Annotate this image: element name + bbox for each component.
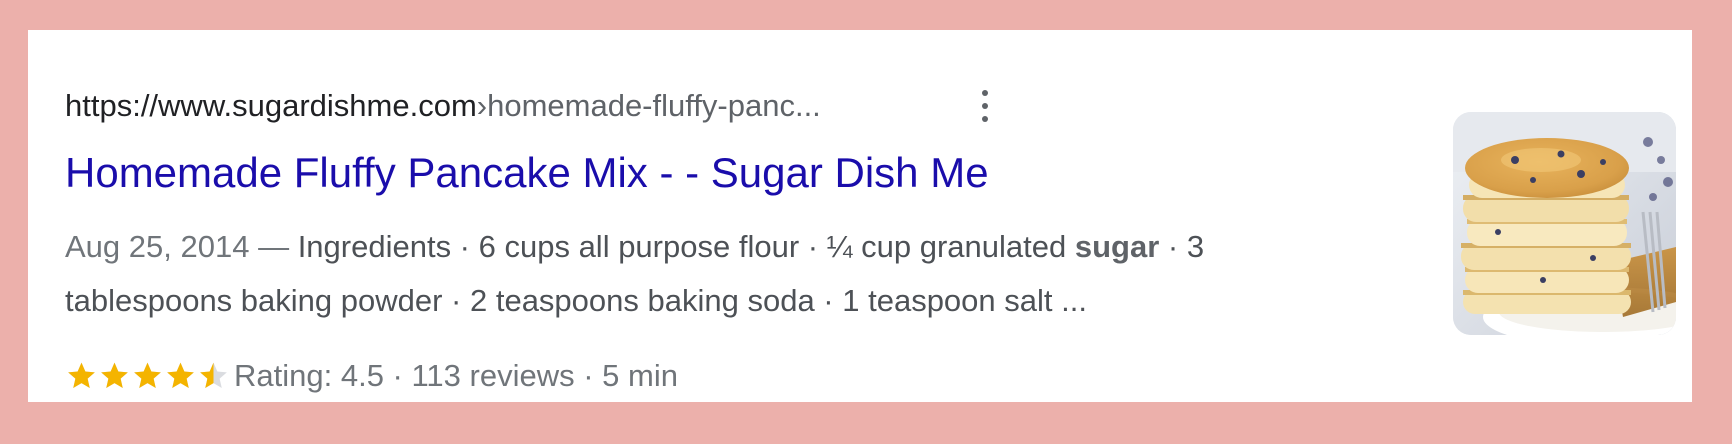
snippet-text-tail: · 3 bbox=[1159, 229, 1205, 264]
result-title-link[interactable]: Homemade Fluffy Pancake Mix - - Sugar Di… bbox=[65, 146, 989, 200]
star-filled-icon bbox=[134, 362, 161, 388]
result-date: Aug 25, 2014 bbox=[65, 229, 250, 264]
more-vert-icon[interactable] bbox=[972, 88, 998, 124]
url-separator: › bbox=[476, 88, 488, 123]
snippet-highlight: sugar bbox=[1074, 229, 1160, 264]
star-filled-icon bbox=[167, 362, 194, 388]
date-dash: — bbox=[249, 229, 298, 264]
star-rating bbox=[65, 360, 230, 392]
result-domain[interactable]: https://www.sugardishme.com bbox=[65, 86, 477, 126]
search-result-card: https://www.sugardishme.com › homemade-f… bbox=[28, 30, 1692, 402]
snippet-line-2: tablespoons baking powder · 2 teaspoons … bbox=[65, 283, 1087, 318]
pancake-stack-image bbox=[1453, 112, 1676, 335]
result-url[interactable]: https://www.sugardishme.com › homemade-f… bbox=[65, 86, 821, 126]
snippet-text: Ingredients · 6 cups all purpose flour ·… bbox=[297, 229, 1075, 264]
result-path[interactable]: homemade-fluffy-panc... bbox=[487, 86, 821, 126]
star-filled-icon bbox=[68, 362, 95, 388]
rating-text: Rating: 4.5 · 113 reviews · 5 min bbox=[234, 358, 678, 393]
result-thumbnail[interactable] bbox=[1453, 112, 1676, 335]
result-snippet: Aug 25, 2014 — Ingredients · 6 cups all … bbox=[65, 220, 1325, 328]
more-vert-dot bbox=[982, 90, 988, 96]
snippet-line-1: Aug 25, 2014 — Ingredients · 6 cups all … bbox=[65, 220, 1325, 274]
star-filled-icon bbox=[101, 362, 128, 388]
more-vert-dot bbox=[982, 103, 988, 109]
more-vert-dot bbox=[982, 116, 988, 122]
star-half-icon bbox=[200, 362, 227, 388]
rating-row: Rating: 4.5 · 113 reviews · 5 min bbox=[65, 352, 678, 400]
